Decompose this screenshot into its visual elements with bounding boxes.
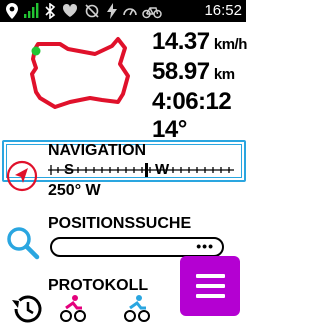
compass-label-w: W bbox=[155, 161, 170, 178]
track-map[interactable] bbox=[0, 24, 150, 136]
speedometer-icon bbox=[122, 3, 138, 24]
map-marker-icon bbox=[6, 3, 18, 24]
bike-icon[interactable] bbox=[60, 294, 86, 327]
protocol-title: PROTOKOLL bbox=[48, 277, 149, 294]
no-sync-icon bbox=[84, 3, 100, 24]
history-icon[interactable] bbox=[8, 294, 44, 329]
heart-icon bbox=[62, 3, 78, 23]
status-bar: 16:52 bbox=[0, 0, 246, 22]
compass-heading-marker bbox=[145, 163, 148, 177]
track-start-marker bbox=[31, 46, 41, 56]
menu-icon-bar bbox=[196, 284, 225, 288]
bike-icon bbox=[142, 3, 162, 24]
menu-button[interactable] bbox=[180, 256, 240, 316]
menu-icon-bar bbox=[196, 274, 225, 278]
track-route bbox=[30, 37, 130, 109]
flash-icon bbox=[106, 3, 118, 24]
clock: 16:52 bbox=[204, 2, 242, 19]
more-options-icon[interactable]: ••• bbox=[196, 238, 214, 254]
stat-speed: 14.37 km/h bbox=[152, 28, 247, 55]
signal-icon bbox=[23, 3, 39, 24]
position-search-input[interactable]: ••• bbox=[50, 237, 224, 257]
menu-icon-bar bbox=[196, 294, 225, 298]
navigation-arrow-icon bbox=[6, 160, 38, 197]
bike-icon[interactable] bbox=[124, 294, 150, 327]
stat-distance: 58.97 km bbox=[152, 58, 235, 85]
position-search-title: POSITIONSSUCHE bbox=[48, 215, 192, 232]
bluetooth-icon bbox=[44, 2, 56, 24]
stat-duration: 4:06:12 bbox=[152, 88, 232, 115]
navigation-title: NAVIGATION bbox=[48, 142, 147, 159]
compass-label-s: S bbox=[64, 161, 75, 178]
navigation-heading: 250° W bbox=[48, 182, 101, 199]
search-icon[interactable] bbox=[6, 226, 40, 265]
